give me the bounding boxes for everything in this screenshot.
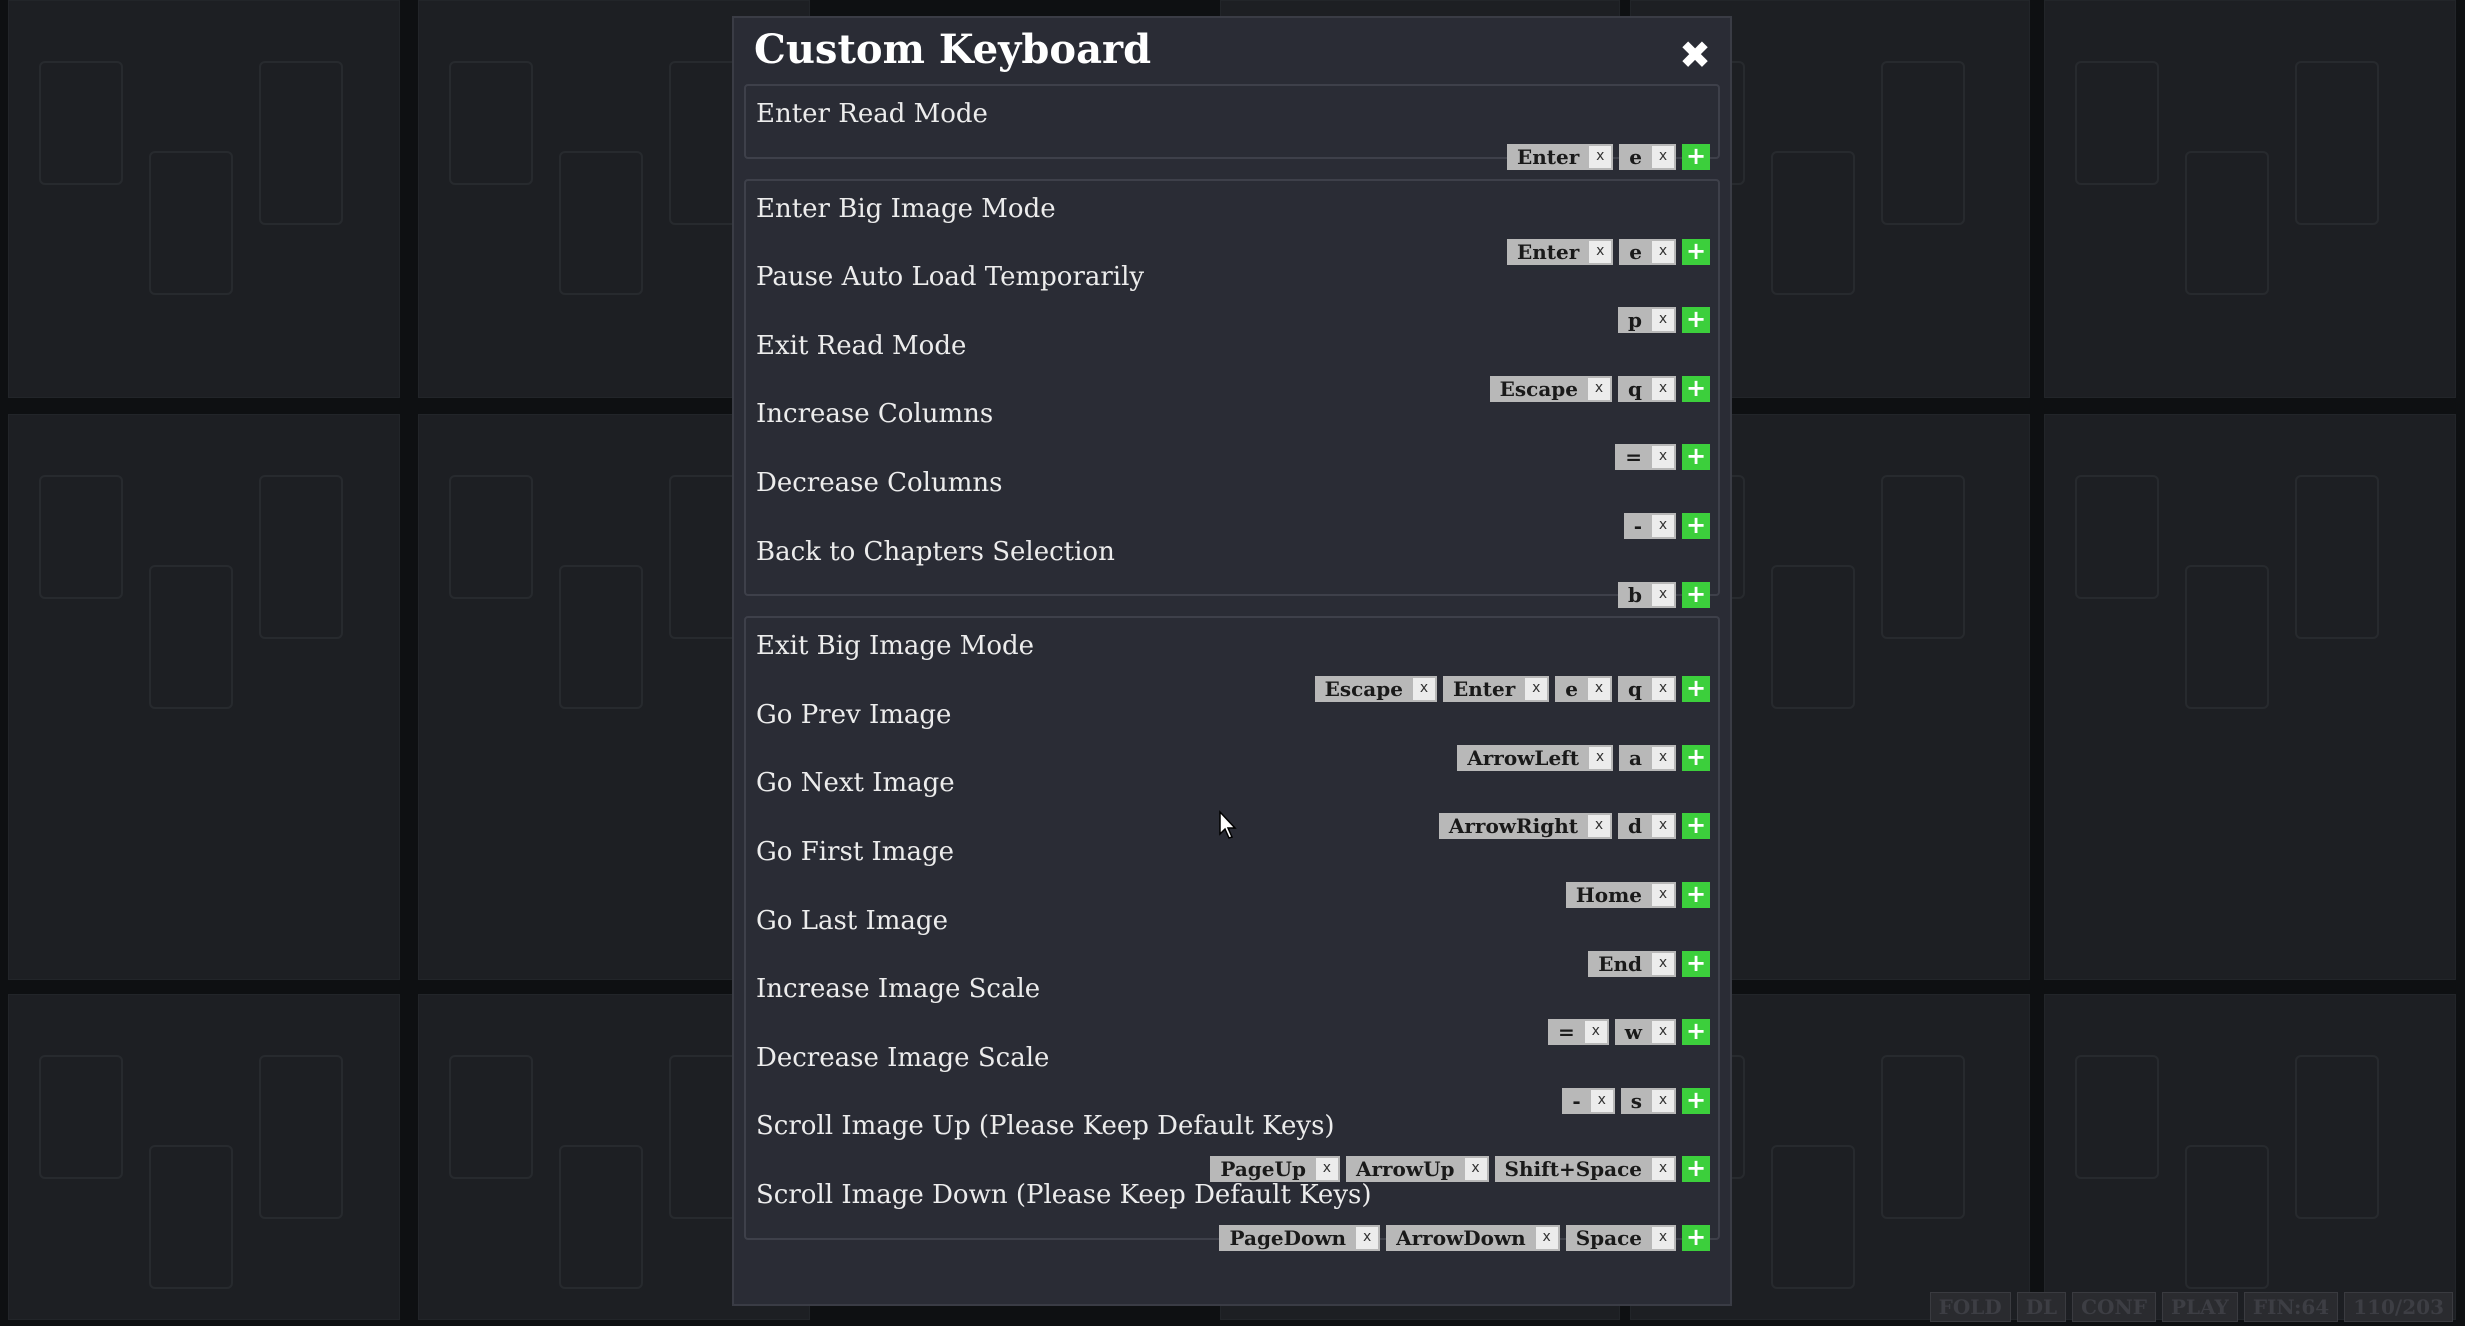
shortcut-action: Go Last Image End x + <box>746 903 1718 977</box>
remove-key-button[interactable]: x <box>1535 1226 1558 1249</box>
remove-key-button[interactable]: x <box>1652 146 1674 168</box>
remove-key-button[interactable]: x <box>1652 1226 1674 1249</box>
action-label: Scroll Image Up (Please Keep Default Key… <box>756 1111 1335 1142</box>
shortcut-action: Back to Chapters Selection b x + <box>746 534 1718 608</box>
remove-key-button[interactable]: x <box>1356 1226 1379 1249</box>
remove-key-button[interactable]: x <box>1589 146 1612 168</box>
shortcut-action: Exit Read Mode Escape x q x + <box>746 328 1718 402</box>
status-bar-item[interactable]: FOLD <box>1929 1292 2011 1322</box>
key-binding-list: Enter x e x + <box>1506 144 1710 170</box>
action-label: Go Last Image <box>756 905 948 936</box>
shortcut-action: Scroll Image Up (Please Keep Default Key… <box>746 1108 1718 1183</box>
shortcut-action: Increase Image Scale = x w x + <box>746 971 1718 1046</box>
shortcut-action: Increase Columns = x + <box>746 396 1718 471</box>
shortcut-action: Decrease Image Scale - x s x + <box>746 1040 1718 1114</box>
status-bar-item[interactable]: DL <box>2016 1292 2067 1322</box>
shortcut-action: Decrease Columns - x + <box>746 465 1718 539</box>
key-name: e <box>1629 145 1642 169</box>
action-label: Go First Image <box>756 836 954 867</box>
shortcut-action: Pause Auto Load Temporarily p x + <box>746 259 1718 334</box>
key-name: PageDown <box>1229 1225 1347 1250</box>
shortcut-action: Go Prev Image ArrowLeft x a x + <box>746 697 1718 771</box>
status-bar-item[interactable]: CONF <box>2072 1292 2156 1322</box>
status-bar-item[interactable]: PLAY <box>2161 1292 2238 1322</box>
shortcut-action: Exit Big Image Mode Escape x Enter x e x q x + <box>746 628 1718 703</box>
shortcut-action: Enter Big Image Mode Enter x e x + <box>746 191 1718 265</box>
shortcut-section: Enter Big Image Mode Enter x e x + Pause Auto … <box>744 178 1720 608</box>
action-label: Decrease Image Scale <box>756 1042 1050 1073</box>
status-bar-item[interactable]: FIN:64 <box>2243 1292 2339 1322</box>
action-label: Enter Big Image Mode <box>756 193 1056 224</box>
shortcut-action: Scroll Image Down (Please Keep Default K… <box>746 1177 1718 1251</box>
action-label: Go Prev Image <box>756 699 952 730</box>
shortcut-action: Enter Read Mode Enter x e x + <box>746 96 1718 170</box>
key-chip: bx <box>1618 581 1676 608</box>
status-bar-item[interactable]: 110/203 <box>2344 1292 2453 1322</box>
add-key-button[interactable]: + <box>1682 144 1710 170</box>
shortcut-action: Go First Image Home x + <box>746 834 1718 908</box>
add-key-button[interactable]: + <box>1682 581 1710 608</box>
remove-key-button[interactable]: x <box>1652 583 1674 606</box>
close-icon[interactable]: ✖ <box>1678 36 1712 74</box>
shortcut-section: Enter Read Mode Enter x e x + <box>744 84 1720 170</box>
key-chip: Space x <box>1565 1224 1676 1251</box>
key-name: Enter <box>1516 145 1580 169</box>
add-key-button[interactable]: + <box>1682 1224 1710 1251</box>
action-label: Pause Auto Load Temporarily <box>756 262 1145 293</box>
key-name: ArrowDown <box>1396 1225 1526 1250</box>
status-bar: FOLD DL CONF PLAY FIN:64 110/203 <box>1929 1292 2453 1322</box>
action-label: Scroll Image Down (Please Keep Default K… <box>756 1179 1372 1210</box>
action-label: Enter Read Mode <box>756 99 988 129</box>
action-label: Increase Columns <box>756 399 994 430</box>
key-name: Space <box>1575 1225 1642 1250</box>
custom-keyboard-dialog: Custom Keyboard ✖ Enter Read Mode Enter x e… <box>732 16 1732 1306</box>
action-label: Decrease Columns <box>756 467 1003 498</box>
action-label: Exit Read Mode <box>756 330 967 361</box>
dialog-title: Custom Keyboard <box>754 26 1152 73</box>
action-label: Back to Chapters Selection <box>756 536 1115 567</box>
action-label: Increase Image Scale <box>756 974 1041 1005</box>
key-chip: ArrowDown x <box>1386 1224 1560 1251</box>
key-name: b <box>1628 582 1642 607</box>
mouse-cursor-icon <box>1219 810 1237 839</box>
action-label: Exit Big Image Mode <box>756 631 1035 662</box>
shortcut-section: Exit Big Image Mode Escape x Enter x e x q x + Go … <box>744 616 1720 1251</box>
action-label: Go Next Image <box>756 768 955 799</box>
key-binding-list: PageDown x ArrowDown x Space x + <box>1219 1224 1710 1251</box>
key-chip: Enter x <box>1506 144 1614 170</box>
key-chip: ex <box>1619 144 1676 170</box>
key-binding-list: b x + <box>1618 581 1710 608</box>
key-chip: PageDown x <box>1219 1224 1381 1251</box>
